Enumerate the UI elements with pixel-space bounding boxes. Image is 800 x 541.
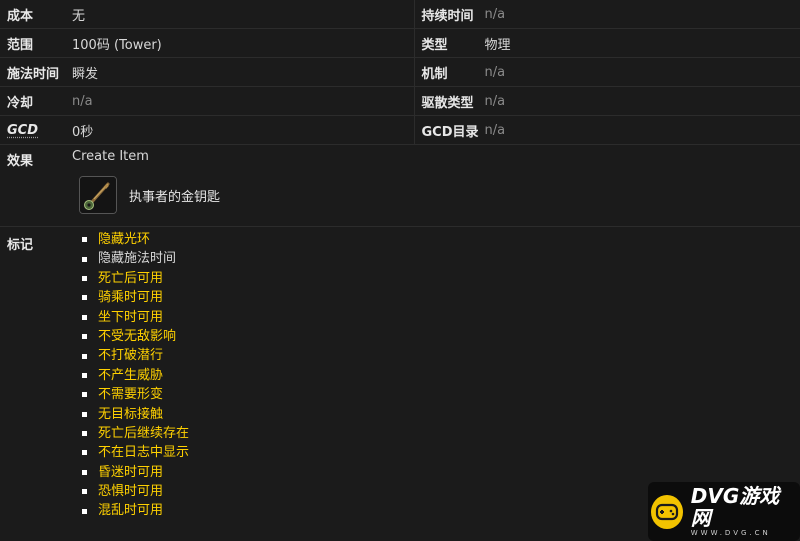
flag-item: 死亡后可用 — [80, 269, 189, 288]
duration-value: n/a — [484, 6, 506, 22]
flag-item: 骑乘时可用 — [80, 288, 189, 307]
duration-label: 持续时间 — [421, 8, 474, 24]
flag-item: 隐藏施法时间 — [80, 249, 189, 268]
bullet-icon — [82, 256, 87, 262]
gcd-category-value: n/a — [484, 122, 506, 138]
bullet-icon — [82, 469, 87, 475]
bullet-icon — [82, 508, 87, 514]
created-item[interactable]: 执事者的金钥匙 — [79, 176, 220, 214]
effect-value: Create Item — [72, 149, 149, 164]
dispel-type-value: n/a — [484, 93, 506, 109]
bullet-icon — [82, 275, 87, 281]
flag-item: 恐惧时可用 — [80, 482, 189, 501]
bullet-icon — [82, 353, 87, 359]
row-range: 范围 100码 (Tower) 类型 物理 — [0, 29, 800, 58]
flag-item: 不受无敌影响 — [80, 327, 189, 346]
flag-item: 不在日志中显示 — [80, 443, 189, 462]
row-cost: 成本 无 持续时间 n/a — [0, 0, 800, 29]
dispel-type-label: 驱散类型 — [421, 95, 474, 111]
flag-item: 混乱时可用 — [80, 501, 189, 520]
cast-time-value: 瞬发 — [72, 66, 99, 82]
bullet-icon — [82, 411, 87, 417]
bullet-icon — [82, 334, 87, 340]
gcd-category-label: GCD目录 — [421, 124, 479, 140]
watermark-logo: DVG游戏网 WWW.DVG.CN — [648, 482, 800, 541]
flag-item: 隐藏光环 — [80, 230, 189, 249]
bullet-icon — [82, 489, 87, 495]
cost-label: 成本 — [7, 8, 34, 24]
range-value: 100码 (Tower) — [72, 37, 162, 53]
flag-item: 昏迷时可用 — [80, 463, 189, 482]
flag-item: 坐下时可用 — [80, 308, 189, 327]
flag-item: 不产生威胁 — [80, 366, 189, 385]
gcd-label[interactable]: GCD — [7, 123, 38, 138]
golden-key-icon[interactable] — [79, 176, 117, 214]
row-gcd: GCD 0秒 GCD目录 n/a — [0, 116, 800, 145]
flag-item: 不打破潜行 — [80, 346, 189, 365]
mechanic-value: n/a — [484, 64, 506, 80]
cast-time-label: 施法时间 — [7, 66, 60, 82]
flag-item: 不需要形变 — [80, 385, 189, 404]
effect-label: 效果 — [7, 154, 34, 169]
bullet-icon — [82, 450, 87, 456]
bullet-icon — [82, 372, 87, 378]
row-effect: 效果 Create Item 执事者的金钥匙 — [0, 145, 800, 227]
bullet-icon — [82, 431, 87, 437]
range-label: 范围 — [7, 37, 34, 53]
flags-list: 隐藏光环 隐藏施法时间 死亡后可用 骑乘时可用 坐下时可用 不受无敌影响 不打破… — [80, 230, 189, 521]
watermark-url: WWW.DVG.CN — [690, 529, 771, 537]
flag-item: 无目标接触 — [80, 405, 189, 424]
gcd-value: 0秒 — [72, 124, 94, 140]
flag-item: 死亡后继续存在 — [80, 424, 189, 443]
cooldown-label: 冷却 — [7, 95, 34, 111]
bullet-icon — [82, 392, 87, 398]
spell-details-table: 成本 无 持续时间 n/a 范围 100码 (Tower) 类型 物理 施法时间 瞬发 机… — [0, 0, 800, 527]
created-item-name[interactable]: 执事者的金钥匙 — [129, 186, 220, 205]
bullet-icon — [82, 314, 87, 320]
row-cooldown: 冷却 n/a 驱散类型 n/a — [0, 87, 800, 116]
cooldown-value: n/a — [72, 93, 93, 109]
watermark-title: DVG游戏网 — [690, 484, 780, 530]
row-cast-time: 施法时间 瞬发 机制 n/a — [0, 58, 800, 87]
flags-label: 标记 — [7, 238, 34, 253]
bullet-icon — [82, 237, 87, 243]
type-value: 物理 — [484, 37, 511, 53]
mechanic-label: 机制 — [421, 66, 448, 82]
gamepad-icon — [651, 494, 683, 529]
bullet-icon — [82, 295, 87, 301]
cost-value: 无 — [72, 8, 86, 24]
type-label: 类型 — [421, 37, 448, 53]
